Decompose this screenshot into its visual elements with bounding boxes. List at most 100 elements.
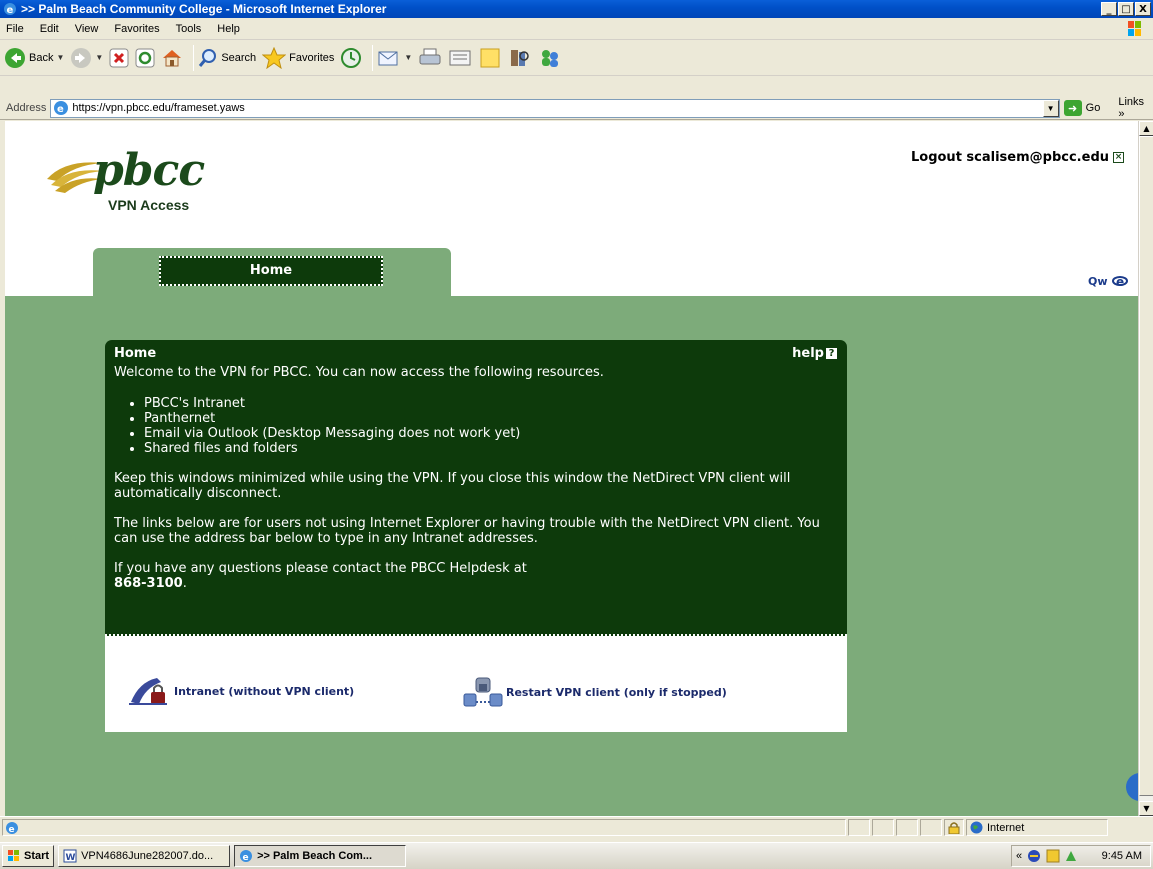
favorites-button[interactable]: Favorites [262,46,335,69]
status-cell [872,819,894,836]
tray-expand-icon[interactable]: « [1016,850,1022,862]
edit-page-icon [449,50,471,65]
messenger-icon [542,49,559,67]
intro-text: Welcome to the VPN for PBCC. You can now… [114,365,604,380]
logout-link[interactable]: Logout scalisem@pbcc.edu × [911,150,1124,165]
menu-edit[interactable]: Edit [32,23,67,35]
messenger-button[interactable] [538,47,562,69]
taskbar-item-ie[interactable]: e >> Palm Beach Com... [234,845,407,867]
address-input[interactable]: e https://vpn.pbcc.edu/frameset.yaws ▼ [50,98,1060,118]
close-button[interactable]: X [1135,2,1151,16]
windows-flag-icon [1128,21,1141,36]
status-bar: e Internet [0,816,1153,838]
back-arrow-icon [5,47,25,68]
svg-text:e: e [9,825,15,835]
window-title: >> Palm Beach Community College - Micros… [21,2,387,16]
status-cell [920,819,942,836]
address-url: https://vpn.pbcc.edu/frameset.yaws [72,102,245,114]
qw-icon[interactable]: Qw [1088,274,1108,288]
logo-subtitle: VPN Access [108,197,190,213]
note-icon [480,48,500,67]
lock-icon [948,822,960,834]
web-page: pbcc VPN Access Logout scalisem@pbcc.edu… [5,121,1138,816]
system-tray: « 9:45 AM [1011,845,1151,867]
window-titlebar[interactable]: e >> Palm Beach Community College - Micr… [0,0,1153,18]
go-button[interactable]: ➜ Go [1063,100,1101,116]
menu-favorites[interactable]: Favorites [106,23,167,35]
forward-arrow-icon [71,47,92,68]
globe-zone-icon [970,821,983,834]
refresh-icon [135,48,155,67]
chevron-down-icon[interactable]: ▼ [404,53,412,62]
restart-vpn-link[interactable]: Restart VPN client (only if stopped) [463,676,727,708]
scroll-up-icon[interactable]: ▲ [1139,121,1153,136]
discuss-button[interactable] [478,47,502,69]
intranet-link[interactable]: Intranet (without VPN client) [127,676,354,706]
restart-link-label: Restart VPN client (only if stopped) [506,685,727,699]
taskbar: Start W VPN4686June282007.do... e >> Pal… [0,842,1153,869]
toolbar-gap [0,76,1153,97]
star-icon [262,46,287,69]
taskbar-item-label: VPN4686June282007.do... [81,850,214,862]
go-label: Go [1085,102,1101,114]
address-dropdown-icon[interactable]: ▼ [1042,99,1059,117]
forward-button[interactable]: ▼ [70,47,103,69]
mail-icon [378,51,398,65]
antivirus-tray-icon[interactable] [1046,849,1060,863]
help-link[interactable]: help ? [792,346,837,361]
restore-button[interactable]: □ [1118,2,1134,16]
menu-view[interactable]: View [67,23,107,35]
menu-file[interactable]: File [0,23,32,35]
list-item: Shared files and folders [144,441,834,456]
security-zone[interactable]: Internet [966,819,1108,836]
links-button[interactable]: Links » [1118,96,1153,120]
tab-home[interactable]: Home [159,256,383,286]
secure-lock-icon[interactable] [944,819,964,836]
favorites-label: Favorites [289,51,335,64]
list-item: Panthernet [144,411,834,426]
page-scrollbar[interactable]: ▲ ▼ [1138,121,1153,816]
tab-home-container: Home [93,248,451,298]
connection-tray-icon[interactable] [1064,849,1078,863]
home-button[interactable] [161,47,183,69]
status-cell [848,819,870,836]
windows-flag-icon [8,850,19,861]
network-lock-icon [463,677,503,707]
svg-text:e: e [243,853,249,863]
svg-text:e: e [7,5,14,16]
print-button[interactable] [418,47,442,69]
stop-icon [109,48,129,67]
edit-button[interactable] [448,47,472,69]
status-cell [896,819,918,836]
research-button[interactable] [508,47,532,69]
panel-title: Home [114,346,157,361]
start-button[interactable]: Start [2,845,55,867]
page-status-icon: e [6,821,18,835]
menu-bar: File Edit View Favorites Tools Help [0,18,1153,40]
ie-icon: e [240,850,253,863]
ie-shortcut-icon[interactable]: e [1112,273,1128,289]
scroll-down-icon[interactable]: ▼ [1139,801,1153,816]
toolbar-separator [372,44,374,71]
search-button[interactable]: Search [198,48,256,68]
scroll-thumb[interactable] [1139,136,1153,796]
stop-button[interactable] [109,48,129,68]
chevron-down-icon[interactable]: ▼ [95,53,103,62]
mail-button[interactable]: ▼ [377,48,412,68]
network-tray-icon[interactable] [1026,848,1042,864]
help-icon: ? [826,348,837,359]
contact-phone-line: 868-3100. [114,576,834,591]
minimize-button[interactable]: _ [1101,2,1117,16]
address-label: Address [6,102,47,114]
taskbar-item-word[interactable]: W VPN4686June282007.do... [58,845,231,867]
history-button[interactable] [340,47,362,69]
svg-text:e: e [57,104,64,115]
close-box-icon[interactable]: × [1113,152,1124,163]
menu-tools[interactable]: Tools [168,23,210,35]
back-button[interactable]: Back ▼ [4,47,64,69]
globe-icon [1126,773,1138,801]
chevron-down-icon[interactable]: ▼ [56,53,64,62]
refresh-button[interactable] [135,48,155,68]
menu-help[interactable]: Help [209,23,248,35]
page-icon: e [54,101,69,115]
